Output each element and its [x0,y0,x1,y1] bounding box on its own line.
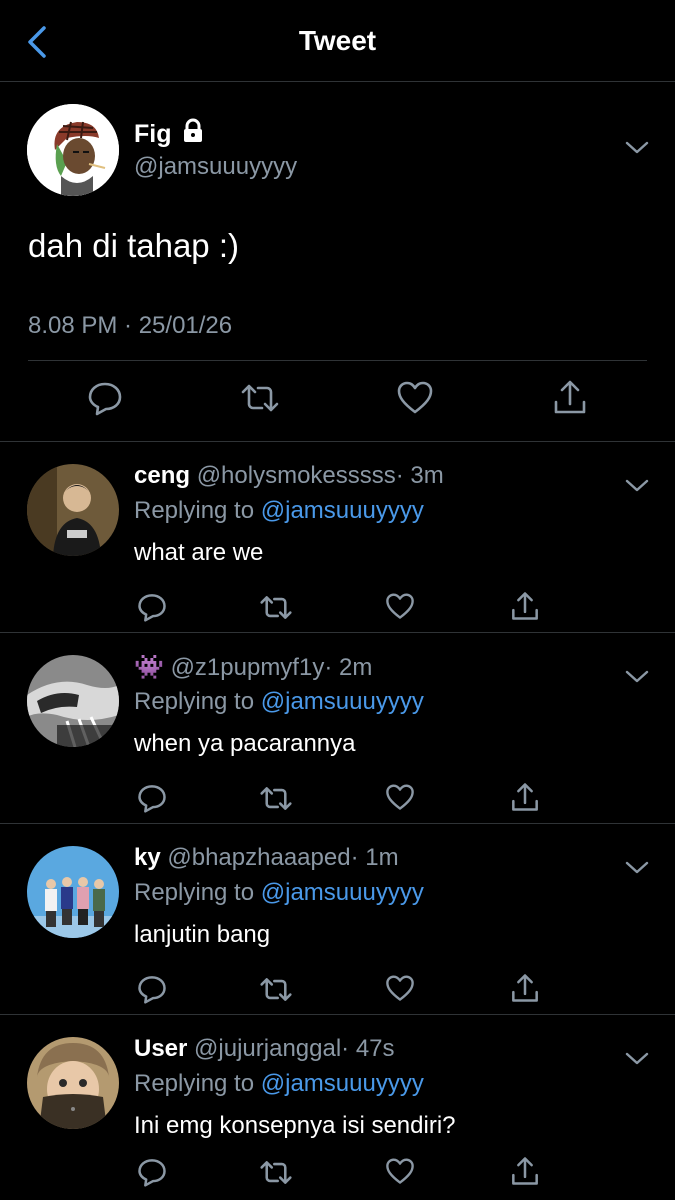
reply-text: what are we [134,539,264,566]
like-icon[interactable] [385,1157,415,1186]
reply-author-handle[interactable]: @jujurjanggal [194,1035,341,1062]
replying-to-label: Replying to [134,879,255,906]
like-icon[interactable] [385,974,415,1003]
lock-icon [184,118,202,142]
share-icon[interactable] [510,781,540,813]
chevron-down-icon[interactable] [624,140,650,156]
reply-icon[interactable] [137,974,167,1004]
author-name[interactable]: Fig [134,120,172,149]
reply-tweet[interactable]: ky @bhapzhaaaped· 1m Replying to @jamsuu… [0,824,675,1015]
reply-time: · 3m [395,462,444,489]
avatar[interactable] [27,655,119,747]
share-icon[interactable] [510,1155,540,1187]
page-title: Tweet [298,25,377,56]
reply-time: · 1m [350,844,399,871]
reply-tweet[interactable]: User @jujurjanggal· 47s Replying to @jam… [0,1015,675,1200]
like-icon[interactable] [385,592,415,621]
like-icon[interactable] [396,380,434,416]
reply-icon[interactable] [137,592,167,622]
reply-actions [0,972,675,1006]
reply-text: Ini emg konsepnya isi sendiri? [134,1112,456,1139]
reply-text: when ya pacarannya [134,730,356,757]
author-handle[interactable]: @jamsuuuyyyy [134,153,297,181]
tweet-text: dah di tahap :) [28,227,239,264]
chevron-down-icon[interactable] [624,1051,650,1067]
main-tweet: Fig @jamsuuuyyyy dah di tahap :) 8.08 PM… [0,82,675,442]
replying-to: Replying to @jamsuuuyyyy [134,879,424,907]
chevron-down-icon[interactable] [624,860,650,876]
reply-icon[interactable] [137,783,167,813]
retweet-icon[interactable] [259,1159,293,1186]
share-icon[interactable] [510,972,540,1004]
retweet-icon[interactable] [259,594,293,621]
reply-header: 👾 @z1pupmyf1y· 2m [134,653,372,682]
reply-author-handle[interactable]: @bhapzhaaaped [167,844,350,871]
reply-author-handle[interactable]: @z1pupmyf1y [171,654,325,681]
replying-to-link[interactable]: @jamsuuuyyyy [261,879,424,906]
reply-actions [0,781,675,815]
reply-author-name[interactable]: ceng [134,462,190,489]
replying-to-link[interactable]: @jamsuuuyyyy [261,688,424,715]
replying-to-label: Replying to [134,1070,255,1097]
reply-tweet[interactable]: 👾 @z1pupmyf1y· 2m Replying to @jamsuuuyy… [0,633,675,824]
reply-author-name[interactable]: User [134,1035,187,1062]
reply-header: User @jujurjanggal· 47s [134,1035,395,1063]
reply-tweet[interactable]: ceng @holysmokesssss· 3m Replying to @ja… [0,442,675,633]
share-icon[interactable] [552,378,588,416]
reply-icon[interactable] [87,380,123,416]
reply-time: · 2m [324,654,373,681]
retweet-icon[interactable] [240,382,280,414]
reply-icon[interactable] [137,1157,167,1187]
reply-author-handle[interactable]: @holysmokesssss [197,462,396,489]
reply-author-name[interactable]: 👾 [134,654,164,681]
retweet-icon[interactable] [259,785,293,812]
avatar[interactable] [27,104,119,196]
reply-header: ceng @holysmokesssss· 3m [134,462,444,490]
replying-to: Replying to @jamsuuuyyyy [134,688,424,716]
avatar[interactable] [27,846,119,938]
avatar[interactable] [27,464,119,556]
divider [28,360,647,361]
replying-to-label: Replying to [134,497,255,524]
replying-to-link[interactable]: @jamsuuuyyyy [261,497,424,524]
replying-to-link[interactable]: @jamsuuuyyyy [261,1070,424,1097]
top-bar: Tweet [0,0,675,82]
replying-to-label: Replying to [134,688,255,715]
tweet-timestamp: 8.08 PM · 25/01/26 [28,312,233,339]
replying-to: Replying to @jamsuuuyyyy [134,497,424,525]
chevron-down-icon[interactable] [624,669,650,685]
like-icon[interactable] [385,783,415,812]
share-icon[interactable] [510,590,540,622]
reply-header: ky @bhapzhaaaped· 1m [134,844,399,872]
tweet-actions [0,378,675,422]
reply-time: · 47s [341,1035,395,1062]
replying-to: Replying to @jamsuuuyyyy [134,1070,424,1098]
avatar[interactable] [27,1037,119,1129]
reply-author-name[interactable]: ky [134,844,161,871]
retweet-icon[interactable] [259,976,293,1003]
reply-text: lanjutin bang [134,921,271,948]
reply-actions [0,590,675,624]
reply-actions [0,1155,675,1189]
chevron-down-icon[interactable] [624,478,650,494]
